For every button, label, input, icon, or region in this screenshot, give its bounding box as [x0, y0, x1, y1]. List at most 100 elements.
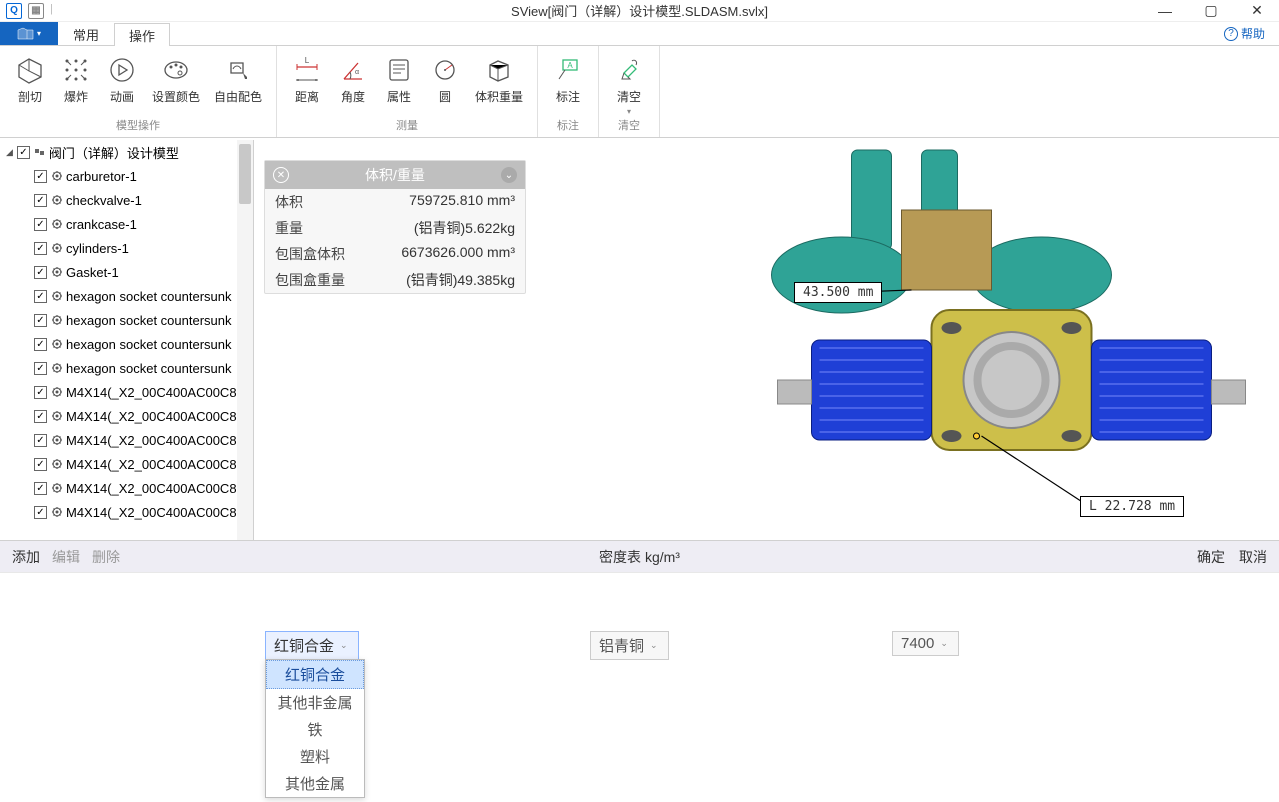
material-select[interactable]: 铝青铜⌄ [590, 631, 669, 660]
minimize-button[interactable]: — [1143, 0, 1187, 22]
checkbox-icon[interactable]: ✓ [34, 482, 47, 495]
part-icon [50, 169, 64, 183]
ok-button[interactable]: 确定 [1191, 545, 1231, 569]
tree-item[interactable]: ✓M4X14(_X2_00C400AC00C8 [0, 404, 253, 428]
svg-text:L: L [305, 56, 310, 65]
close-button[interactable]: ✕ [1235, 0, 1279, 22]
title-bar: Q ▦ | SView[阀门（详解）设计模型.SLDASM.svlx] — ▢ … [0, 0, 1279, 22]
checkbox-icon[interactable]: ✓ [34, 410, 47, 423]
dimension-b[interactable]: L 22.728 mm [1080, 496, 1184, 517]
checkbox-icon[interactable]: ✓ [34, 338, 47, 351]
density-title: 密度表 kg/m³ [599, 547, 680, 567]
volume-weight-panel: ✕ 体积/重量 ⌄ 体积759725.810 mm³ 重量(铝青铜)5.622k… [264, 160, 526, 294]
tree-item[interactable]: ✓hexagon socket countersunk [0, 284, 253, 308]
material-category-dropdown[interactable]: 红铜合金其他非金属铁塑料其他金属 [265, 659, 365, 798]
dropdown-option[interactable]: 塑料 [266, 743, 364, 770]
btn-clear[interactable]: 清空▾ [609, 50, 649, 117]
group-annot: A标注 标注 [538, 46, 599, 137]
model-render[interactable]: 43.500 mm L 22.728 mm [524, 140, 1269, 540]
part-icon [50, 337, 64, 351]
tree-root[interactable]: ◢ ✓ 阀门（详解）设计模型 [0, 140, 253, 164]
checkbox-icon[interactable]: ✓ [34, 290, 47, 303]
btn-explode[interactable]: 爆炸 [56, 50, 96, 117]
dropdown-option[interactable]: 其他非金属 [266, 689, 364, 716]
btn-distance[interactable]: L距离 [287, 50, 327, 117]
tree-item[interactable]: ✓hexagon socket countersunk [0, 332, 253, 356]
viewport-3d[interactable]: ✕ 体积/重量 ⌄ 体积759725.810 mm³ 重量(铝青铜)5.622k… [254, 140, 1279, 540]
tree-item[interactable]: ✓cylinders-1 [0, 236, 253, 260]
checkbox-icon[interactable]: ✓ [34, 314, 47, 327]
checkbox-icon[interactable]: ✓ [34, 506, 47, 519]
btn-attr[interactable]: 属性 [379, 50, 419, 117]
part-icon [50, 433, 64, 447]
model-tree[interactable]: ◢ ✓ 阀门（详解）设计模型 ✓carburetor-1✓checkvalve-… [0, 140, 254, 540]
btn-section[interactable]: 剖切 [10, 50, 50, 117]
delete-button[interactable]: 删除 [86, 545, 126, 569]
add-button[interactable]: 添加 [6, 545, 46, 569]
btn-anim[interactable]: 动画 [102, 50, 142, 117]
ribbon-tabs: 常用 操作 ? 帮助 [0, 22, 1279, 46]
btn-circle[interactable]: 圆 [425, 50, 465, 117]
file-menu-button[interactable] [0, 22, 58, 45]
tab-common[interactable]: 常用 [58, 22, 114, 45]
edit-button[interactable]: 编辑 [46, 545, 86, 569]
tree-item[interactable]: ✓M4X14(_X2_00C400AC00C8 [0, 476, 253, 500]
part-icon [50, 217, 64, 231]
dimension-a[interactable]: 43.500 mm [794, 282, 882, 303]
part-icon [50, 241, 64, 255]
dropdown-option[interactable]: 红铜合金 [266, 660, 364, 689]
group-measure: L距离 α角度 属性 圆 体积重量 测量 [277, 46, 538, 137]
checkbox-icon[interactable]: ✓ [34, 386, 47, 399]
svg-text:α: α [355, 69, 359, 76]
chevron-down-icon[interactable]: ⌄ [501, 167, 517, 183]
checkbox-icon[interactable]: ✓ [17, 146, 30, 159]
chevron-down-icon: ⌄ [340, 640, 348, 651]
dropdown-option[interactable]: 其他金属 [266, 770, 364, 797]
close-icon[interactable]: ✕ [273, 167, 289, 183]
titlebar-sep: | [50, 3, 53, 19]
checkbox-icon[interactable]: ✓ [34, 458, 47, 471]
tree-item[interactable]: ✓M4X14(_X2_00C400AC00C8 [0, 500, 253, 524]
help-icon: ? [1224, 27, 1238, 41]
tab-operate[interactable]: 操作 [114, 23, 170, 46]
tree-item[interactable]: ✓M4X14(_X2_00C400AC00C8 [0, 428, 253, 452]
checkbox-icon[interactable]: ✓ [34, 170, 47, 183]
part-icon [50, 313, 64, 327]
tree-item[interactable]: ✓M4X14(_X2_00C400AC00C8 [0, 380, 253, 404]
btn-angle[interactable]: α角度 [333, 50, 373, 117]
dropdown-option[interactable]: 铁 [266, 716, 364, 743]
part-icon [50, 457, 64, 471]
part-icon [50, 481, 64, 495]
btn-setcolor[interactable]: 设置颜色 [148, 50, 204, 117]
maximize-button[interactable]: ▢ [1189, 0, 1233, 22]
density-toolbar: 添加 编辑 删除 密度表 kg/m³ 确定 取消 [0, 540, 1279, 572]
density-panel: 红铜合金⌄ 红铜合金其他非金属铁塑料其他金属 铝青铜⌄ 7400⌄ [0, 572, 1279, 802]
tree-item[interactable]: ✓carburetor-1 [0, 164, 253, 188]
checkbox-icon[interactable]: ✓ [34, 266, 47, 279]
quick-icon[interactable]: ▦ [28, 3, 44, 19]
checkbox-icon[interactable]: ✓ [34, 242, 47, 255]
tree-item[interactable]: ✓hexagon socket countersunk [0, 356, 253, 380]
tree-item[interactable]: ✓crankcase-1 [0, 212, 253, 236]
tree-item[interactable]: ✓hexagon socket countersunk [0, 308, 253, 332]
tree-item[interactable]: ✓checkvalve-1 [0, 188, 253, 212]
density-value-select[interactable]: 7400⌄ [892, 631, 959, 656]
help-link[interactable]: ? 帮助 [1224, 22, 1279, 45]
checkbox-icon[interactable]: ✓ [34, 434, 47, 447]
material-category-select[interactable]: 红铜合金⌄ [265, 631, 359, 660]
group-clear: 清空▾ 清空 [599, 46, 660, 137]
checkbox-icon[interactable]: ✓ [34, 218, 47, 231]
btn-autocolor[interactable]: 自由配色 [210, 50, 266, 117]
btn-annotate[interactable]: A标注 [548, 50, 588, 117]
tree-scrollbar[interactable] [237, 140, 253, 540]
vw-panel-header[interactable]: ✕ 体积/重量 ⌄ [265, 161, 525, 189]
window-title: SView[阀门（详解）设计模型.SLDASM.svlx] [511, 1, 768, 20]
checkbox-icon[interactable]: ✓ [34, 194, 47, 207]
btn-volume-weight[interactable]: 体积重量 [471, 50, 527, 117]
tree-item[interactable]: ✓M4X14(_X2_00C400AC00C8 [0, 452, 253, 476]
tree-item[interactable]: ✓Gasket-1 [0, 260, 253, 284]
cancel-button[interactable]: 取消 [1233, 545, 1273, 569]
checkbox-icon[interactable]: ✓ [34, 362, 47, 375]
expand-icon[interactable]: ◢ [6, 147, 13, 158]
part-icon [50, 505, 64, 519]
